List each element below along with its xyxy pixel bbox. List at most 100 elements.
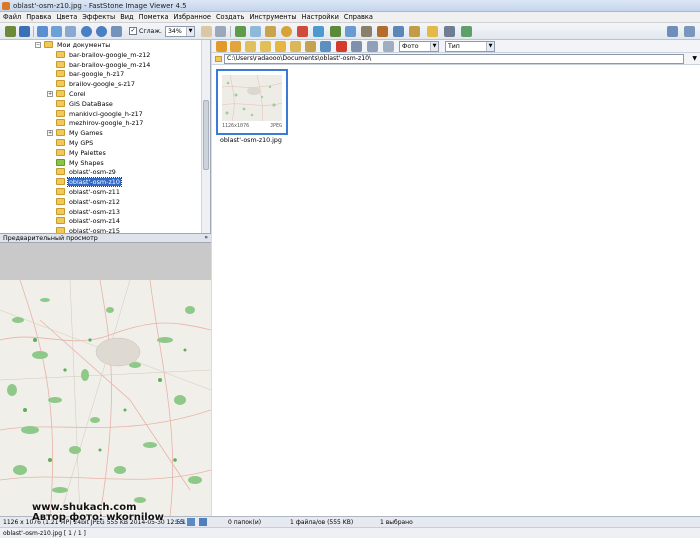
smooth-label: Сглаж.: [139, 28, 162, 35]
map-preview-image: [0, 280, 211, 516]
folder-tree[interactable]: − Мои документы bar-brailov-google_m-z12 ba…: [0, 40, 211, 233]
menu-tools[interactable]: Инструменты: [249, 13, 296, 21]
adjust-icon[interactable]: [313, 26, 324, 37]
menu-colors[interactable]: Цвета: [56, 13, 77, 21]
sort-combo[interactable]: Тип ▼: [445, 41, 495, 52]
menu-view[interactable]: Вид: [120, 13, 133, 21]
collapse-icon[interactable]: »: [204, 234, 208, 241]
fit-icon[interactable]: [111, 26, 122, 37]
folder-icon: [56, 217, 65, 225]
save-icon[interactable]: [19, 26, 30, 37]
chevron-down-icon[interactable]: ▼: [692, 55, 697, 62]
layout-icon[interactable]: [667, 26, 678, 37]
copy-to-icon[interactable]: [290, 41, 301, 52]
contact-sheet-icon[interactable]: [393, 26, 404, 37]
folder-icon: [56, 148, 65, 156]
menu-help[interactable]: Справка: [344, 13, 373, 21]
tree-item[interactable]: My Shapes: [0, 158, 200, 168]
back-icon[interactable]: [216, 41, 227, 52]
prev-icon[interactable]: [37, 26, 48, 37]
effects-icon[interactable]: [281, 26, 292, 37]
resize-icon[interactable]: [330, 26, 341, 37]
wallpaper-icon[interactable]: [427, 26, 438, 37]
menu-favorites[interactable]: Избранное: [174, 13, 211, 21]
path-input[interactable]: C:\Users\radaooo\Documents\oblast'-osm-z…: [224, 54, 684, 64]
menu-tag[interactable]: Пометка: [139, 13, 169, 21]
batch-icon[interactable]: [377, 26, 388, 37]
menu-file[interactable]: Файл: [3, 13, 21, 21]
rename-icon[interactable]: [265, 26, 276, 37]
expand-icon[interactable]: +: [47, 130, 53, 137]
up-folder-icon[interactable]: [245, 41, 256, 52]
rotate-icon[interactable]: [215, 26, 226, 37]
menu-settings[interactable]: Настройки: [302, 13, 339, 21]
details-view-icon[interactable]: [367, 41, 378, 52]
open-icon[interactable]: [5, 26, 16, 37]
collapse-icon[interactable]: −: [35, 42, 41, 48]
move-icon[interactable]: [250, 26, 261, 37]
zoom-combo[interactable]: 34% ▼: [165, 26, 195, 37]
tree-item[interactable]: GIS DataBase: [0, 99, 200, 109]
hand-icon[interactable]: [201, 26, 212, 37]
print-icon[interactable]: [444, 26, 455, 37]
tree-item[interactable]: oblast'-osm-z12: [0, 197, 200, 207]
folder-icon: [56, 119, 65, 127]
tree-item[interactable]: My Palettes: [0, 148, 200, 158]
delete-icon[interactable]: [336, 41, 347, 52]
tree-item[interactable]: oblast'-osm-z11: [0, 187, 200, 197]
thumbnail-browser[interactable]: 1126x1076 JPEG oblast'-osm-z10.jpg: [212, 65, 700, 516]
tree-item[interactable]: bar-brailov-google_m-z12: [0, 50, 200, 60]
move-to-icon[interactable]: [305, 41, 316, 52]
scanner-icon[interactable]: [461, 26, 472, 37]
tree-item[interactable]: oblast'-osm-z9: [0, 167, 200, 177]
filter-combo[interactable]: Фото ▼: [399, 41, 439, 52]
tree-item[interactable]: − Мои документы: [0, 40, 200, 50]
tree-item[interactable]: oblast'-osm-z10: [0, 177, 200, 188]
menu-effects[interactable]: Эффекты: [82, 13, 115, 21]
new-folder-icon[interactable]: [275, 41, 286, 52]
tree-item[interactable]: brailov-google_s-z17: [0, 79, 200, 89]
list-view-icon[interactable]: [383, 41, 394, 52]
expand-icon[interactable]: +: [47, 91, 53, 97]
tree-item[interactable]: bar-google_h-z17: [0, 69, 200, 79]
compare-icon[interactable]: [361, 26, 372, 37]
folder-icon: [56, 178, 65, 186]
forward-icon[interactable]: [230, 41, 241, 52]
menu-create[interactable]: Создать: [216, 13, 244, 21]
tree-item[interactable]: oblast'-osm-z13: [0, 207, 200, 217]
thumbnail-caption: oblast'-osm-z10.jpg: [220, 137, 282, 144]
red-eye-icon[interactable]: [297, 26, 308, 37]
actual-size-button[interactable]: 1:1: [175, 519, 186, 526]
next-icon[interactable]: [51, 26, 62, 37]
favorite-folder-icon[interactable]: [260, 41, 271, 52]
tree-item[interactable]: mezhirov-google_h-z17: [0, 118, 200, 128]
smooth-checkbox[interactable]: ✓: [129, 27, 137, 35]
tree-item-label: mankivci-google_h-z17: [69, 109, 143, 118]
email-icon[interactable]: [409, 26, 420, 37]
zoom-out-icon[interactable]: [96, 26, 107, 37]
slideshow-icon[interactable]: [345, 26, 356, 37]
tree-item[interactable]: oblast'-osm-z14: [0, 216, 200, 226]
tree-item-label: mezhirov-google_h-z17: [69, 119, 144, 128]
menu-edit[interactable]: Правка: [26, 13, 51, 21]
tree-item[interactable]: + Corel: [0, 89, 200, 99]
tree-scrollbar[interactable]: [201, 40, 210, 233]
tree-item[interactable]: mankivci-google_h-z17: [0, 109, 200, 119]
tree-item[interactable]: oblast'-osm-z15: [0, 226, 200, 233]
fit-window-icon[interactable]: [187, 518, 195, 526]
tree-item[interactable]: + My Games: [0, 128, 200, 138]
first-icon[interactable]: [65, 26, 76, 37]
copy-icon[interactable]: [235, 26, 246, 37]
scrollbar-thumb[interactable]: [203, 100, 209, 170]
folder-icon: [56, 70, 65, 78]
full-screen-icon[interactable]: [199, 518, 207, 526]
refresh-icon[interactable]: [320, 41, 331, 52]
thumbnails-view-icon[interactable]: [351, 41, 362, 52]
tree-item[interactable]: My GPS: [0, 138, 200, 148]
thumbnail-item[interactable]: 1126x1076 JPEG: [216, 69, 288, 135]
toolbar: ✓ Сглаж. 34% ▼: [0, 23, 700, 40]
zoom-in-icon[interactable]: [81, 26, 92, 37]
fullscreen-icon[interactable]: [684, 26, 695, 37]
tree-item[interactable]: bar-brailov-google_m-z14: [0, 60, 200, 70]
window-title: oblast'-osm-z10.jpg - FastStone Image Vi…: [13, 2, 187, 10]
